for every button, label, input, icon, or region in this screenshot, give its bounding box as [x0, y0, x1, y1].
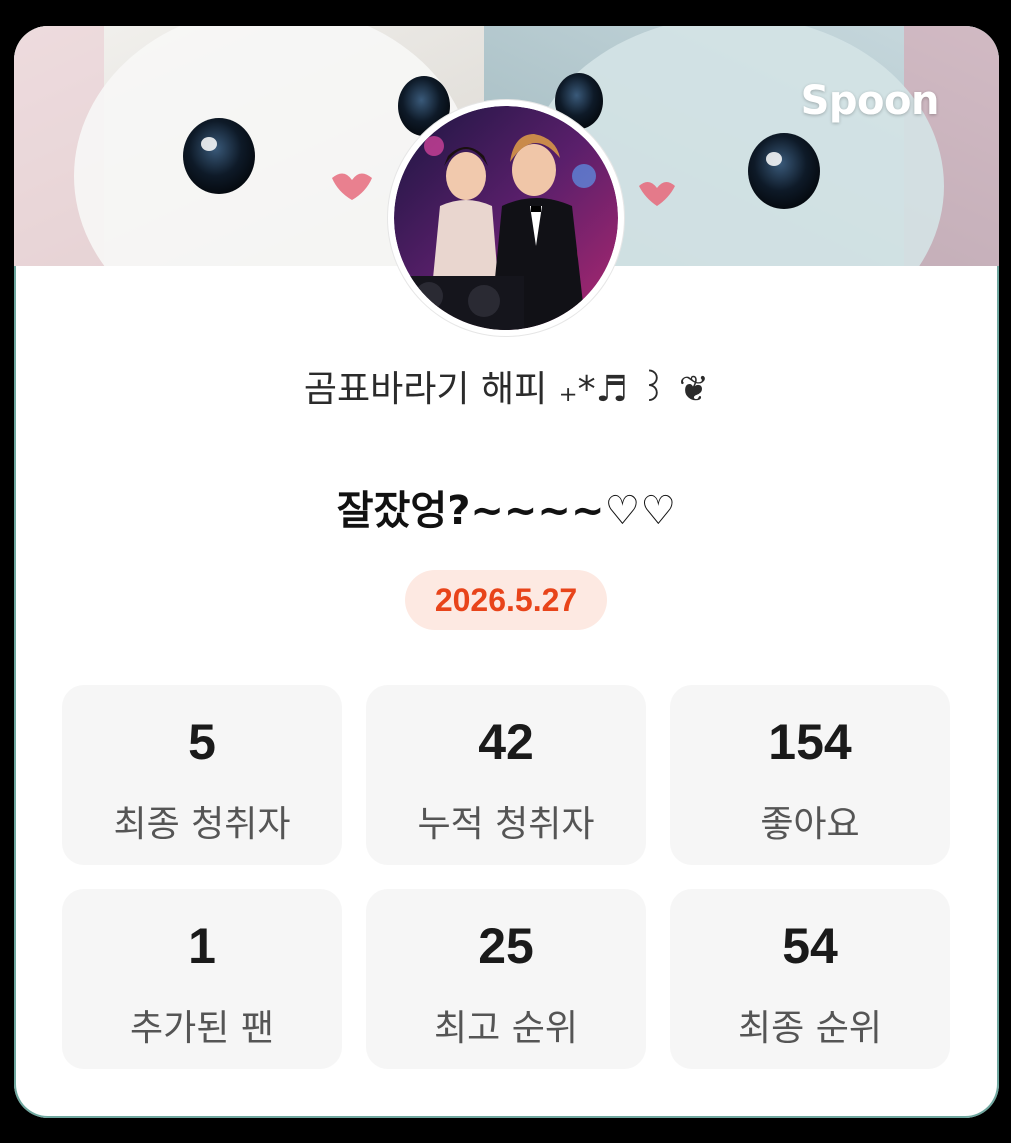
stat-total-listeners: 42 누적 청취자	[366, 685, 646, 865]
stat-value: 42	[478, 714, 534, 770]
stat-final-listeners: 5 최종 청취자	[62, 685, 342, 865]
spoon-logo: Spoon	[800, 78, 940, 124]
summary-card: Spoon 곰표바라기 해피 ₊*♬ ꒱ ❦ 잘잤엉?~~~~♡♡ 2026.5…	[14, 26, 999, 1118]
stat-value: 54	[782, 918, 838, 974]
date-badge: 2026.5.27	[405, 570, 607, 630]
stat-new-fans: 1 추가된 팬	[62, 889, 342, 1069]
stat-label: 누적 청취자	[417, 804, 595, 845]
stat-final-rank: 54 최종 순위	[670, 889, 950, 1069]
avatar-image	[394, 106, 618, 330]
stats-grid: 5 최종 청취자 42 누적 청취자 154 좋아요 1 추가된 팬 25 최고…	[62, 685, 950, 1069]
stat-value: 1	[188, 918, 216, 974]
stat-value: 25	[478, 918, 534, 974]
stat-likes: 154 좋아요	[670, 685, 950, 865]
stat-label: 추가된 팬	[130, 1008, 274, 1049]
stat-value: 5	[188, 714, 216, 770]
stat-label: 최고 순위	[434, 1008, 578, 1049]
nickname: 곰표바라기 해피 ₊*♬ ꒱ ❦	[303, 369, 710, 410]
stat-label: 좋아요	[760, 804, 860, 845]
broadcast-title: 잘잤엉?~~~~♡♡	[336, 488, 677, 534]
stat-highest-rank: 25 최고 순위	[366, 889, 646, 1069]
stat-value: 154	[768, 714, 852, 770]
stat-label: 최종 순위	[738, 1008, 882, 1049]
stat-label: 최종 청취자	[113, 804, 291, 845]
avatar[interactable]	[388, 100, 624, 336]
